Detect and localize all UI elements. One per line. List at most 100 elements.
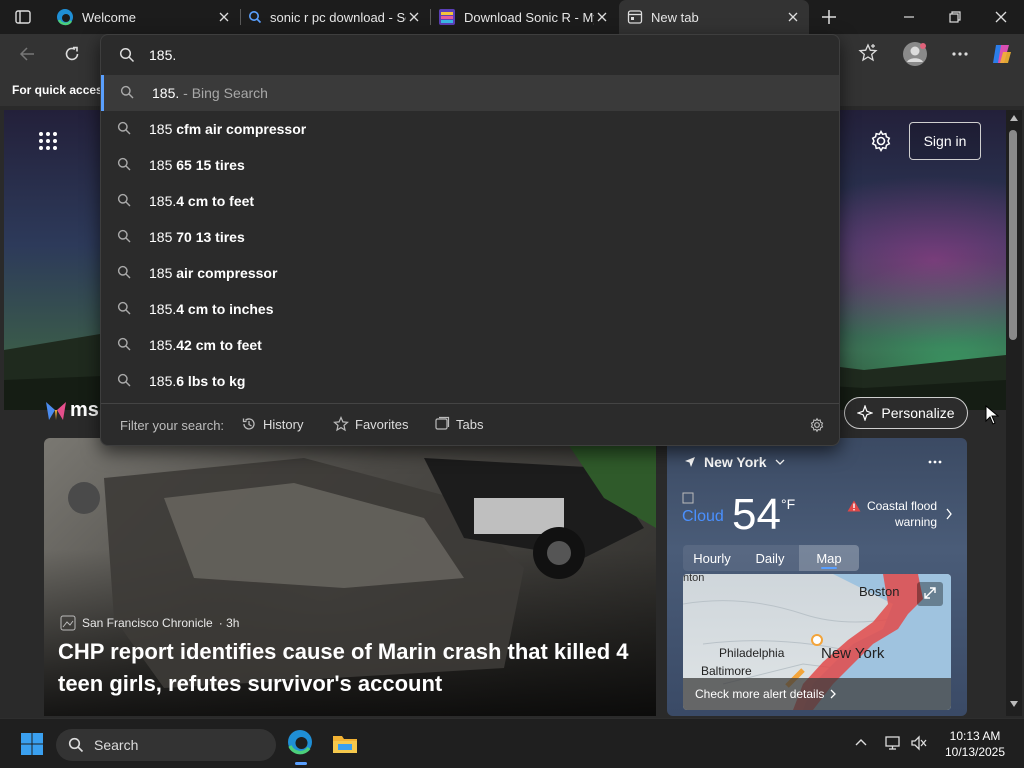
suggestion-item[interactable]: 185 65 15 tires — [101, 147, 839, 183]
back-arrow-icon — [19, 47, 34, 61]
new-tab-button[interactable] — [820, 8, 838, 26]
weather-location[interactable]: New York — [684, 454, 785, 470]
close-tab-button[interactable] — [594, 9, 610, 25]
search-settings-button[interactable] — [809, 417, 825, 433]
weather-tab-map[interactable]: Map — [799, 545, 859, 571]
news-source-name: San Francisco Chronicle — [82, 616, 213, 630]
back-button[interactable] — [18, 44, 38, 64]
taskbar-search-box[interactable]: Search — [56, 729, 276, 761]
search-icon — [117, 121, 131, 135]
windows-logo-icon — [21, 733, 43, 755]
clock-date: 10/13/2025 — [944, 745, 1006, 759]
address-input[interactable] — [149, 45, 809, 65]
show-hidden-icons-button[interactable] — [855, 738, 867, 746]
alert-details-label: Check more alert details — [695, 687, 825, 701]
close-icon — [995, 11, 1007, 23]
taskbar-clock[interactable]: 10:13 AM 10/13/2025 — [940, 728, 1010, 760]
tab-title: Download Sonic R - My — [464, 9, 594, 25]
suggestion-suffix: - Bing Search — [179, 85, 268, 101]
settings-more-button[interactable] — [950, 44, 970, 64]
msn-butterfly-icon — [46, 402, 66, 420]
close-tab-button[interactable] — [785, 9, 801, 25]
weather-alert-map[interactable]: Boston Philadelphia Baltimore New York n… — [683, 574, 951, 710]
scrollbar-thumb[interactable] — [1009, 130, 1017, 340]
search-icon — [68, 737, 84, 753]
refresh-button[interactable] — [62, 44, 82, 64]
sign-in-button[interactable]: Sign in — [909, 122, 981, 160]
suggestion-item[interactable]: 185.6 lbs to kg — [101, 363, 839, 399]
suggestion-item[interactable]: 185.4 cm to feet — [101, 183, 839, 219]
minimize-icon — [904, 16, 914, 18]
suggestion-suffix: 6 lbs to kg — [176, 373, 246, 389]
network-button[interactable] — [884, 734, 902, 752]
copilot-button[interactable] — [990, 42, 1014, 66]
scroll-up-arrow[interactable] — [1009, 114, 1019, 122]
copilot-icon — [993, 45, 1011, 63]
search-icon — [117, 301, 131, 315]
volume-button[interactable] — [910, 734, 928, 752]
filter-tabs-button[interactable]: Tabs — [434, 416, 483, 432]
filter-label: Filter your search: — [120, 418, 225, 433]
gear-icon — [810, 417, 824, 433]
expand-map-button[interactable] — [917, 582, 943, 606]
start-button[interactable] — [20, 732, 44, 756]
filter-favorites-button[interactable]: Favorites — [333, 416, 408, 432]
more-dots-icon — [952, 52, 968, 56]
page-settings-button[interactable] — [869, 129, 893, 153]
suggestion-prefix: 185 — [149, 229, 177, 245]
personalize-button[interactable]: Personalize — [844, 397, 968, 429]
close-icon — [788, 12, 798, 22]
map-label-boston: Boston — [859, 584, 900, 599]
suggestion-item[interactable]: 185 cfm air compressor — [101, 111, 839, 147]
close-window-button[interactable] — [992, 8, 1010, 26]
weather-alert[interactable]: Coastal flood warning — [845, 498, 955, 534]
active-tab-indicator — [821, 567, 837, 569]
suggestion-item[interactable]: 185 air compressor — [101, 255, 839, 291]
restore-button[interactable] — [946, 8, 964, 26]
close-tab-button[interactable] — [406, 9, 422, 25]
news-age: · 3h — [218, 616, 240, 630]
news-headline[interactable]: CHP report identifies cause of Marin cra… — [58, 636, 648, 700]
suggestion-item[interactable]: 185.4 cm to inches — [101, 291, 839, 327]
suggestion-bing-search[interactable]: 185. - Bing Search — [101, 75, 839, 111]
tab-download-sonic[interactable]: Download Sonic R - My — [430, 0, 618, 34]
close-tab-button[interactable] — [216, 9, 232, 25]
weather-tab-daily[interactable]: Daily — [741, 545, 799, 571]
weather-unit[interactable]: °F — [781, 496, 795, 512]
weather-condition-icon: Cloud — [682, 492, 728, 528]
broken-image-icon — [682, 492, 694, 504]
tab-new-tab[interactable]: New tab — [619, 0, 809, 34]
suggestion-item[interactable]: 185.42 cm to feet — [101, 327, 839, 363]
tab-welcome[interactable]: Welcome — [48, 0, 240, 34]
tab-actions-button[interactable] — [14, 8, 32, 26]
tab-sonic-search[interactable]: sonic r pc download - Se — [240, 0, 430, 34]
alert-details-link[interactable]: Check more alert details — [683, 678, 951, 710]
suggestion-item[interactable]: 185 70 13 tires — [101, 219, 839, 255]
clock-time: 10:13 AM — [949, 729, 1001, 743]
suggestion-prefix: 185. — [152, 85, 180, 101]
weather-tab-hourly[interactable]: Hourly — [683, 545, 741, 571]
filter-history-button[interactable]: History — [241, 416, 303, 432]
favorites-button[interactable] — [858, 43, 878, 63]
apps-launcher-button[interactable] — [38, 131, 58, 151]
caret-up-icon — [1010, 115, 1018, 121]
tab-title: sonic r pc download - Se — [270, 9, 406, 25]
newtab-icon — [627, 10, 643, 24]
minimize-button[interactable] — [900, 8, 918, 26]
plus-icon — [822, 10, 836, 24]
weather-tab-label: Map — [816, 550, 842, 566]
restore-icon — [949, 11, 961, 23]
search-icon — [117, 373, 131, 387]
edge-icon — [57, 9, 73, 26]
taskbar-file-explorer-button[interactable] — [332, 732, 358, 756]
address-bar[interactable] — [101, 35, 839, 75]
weather-more-button[interactable] — [928, 460, 942, 464]
favorites-bar-hint: For quick access — [12, 83, 110, 97]
weather-tab-label: Daily — [755, 550, 785, 566]
scroll-down-arrow[interactable] — [1009, 700, 1019, 708]
taskbar-edge-button[interactable] — [286, 728, 316, 765]
sparkle-star-icon — [857, 405, 874, 421]
weather-location-name: New York — [704, 454, 767, 470]
profile-button[interactable] — [902, 41, 928, 67]
search-icon — [119, 47, 135, 63]
